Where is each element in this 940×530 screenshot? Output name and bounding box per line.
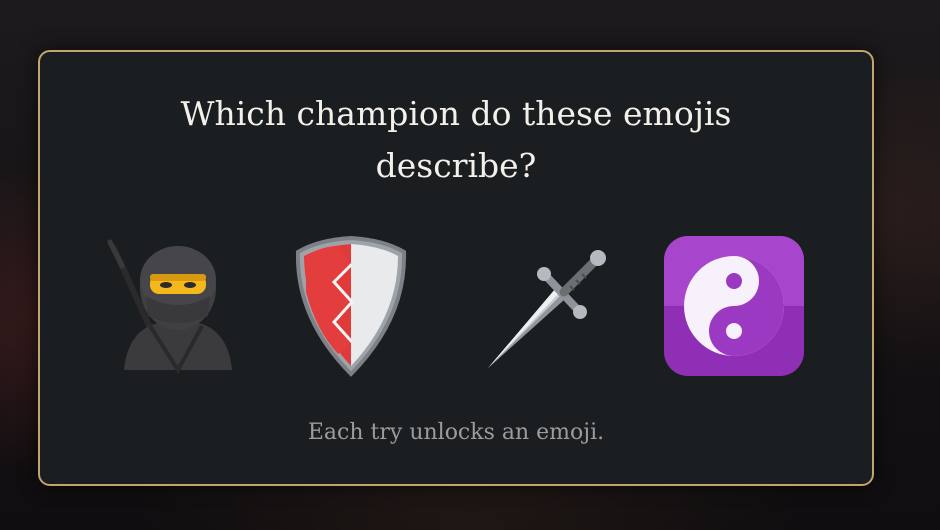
hint-text: Each try unlocks an emoji. bbox=[307, 420, 605, 445]
yin-yang-icon bbox=[658, 230, 808, 380]
shield-icon bbox=[276, 230, 426, 380]
emoji-clue-row bbox=[40, 230, 872, 380]
dagger-icon bbox=[470, 230, 620, 380]
ninja-icon bbox=[102, 230, 252, 380]
question-heading: Which champion do these emojis describe? bbox=[180, 94, 732, 185]
emoji-clue-panel: Which champion do these emojis describe? bbox=[38, 50, 874, 486]
